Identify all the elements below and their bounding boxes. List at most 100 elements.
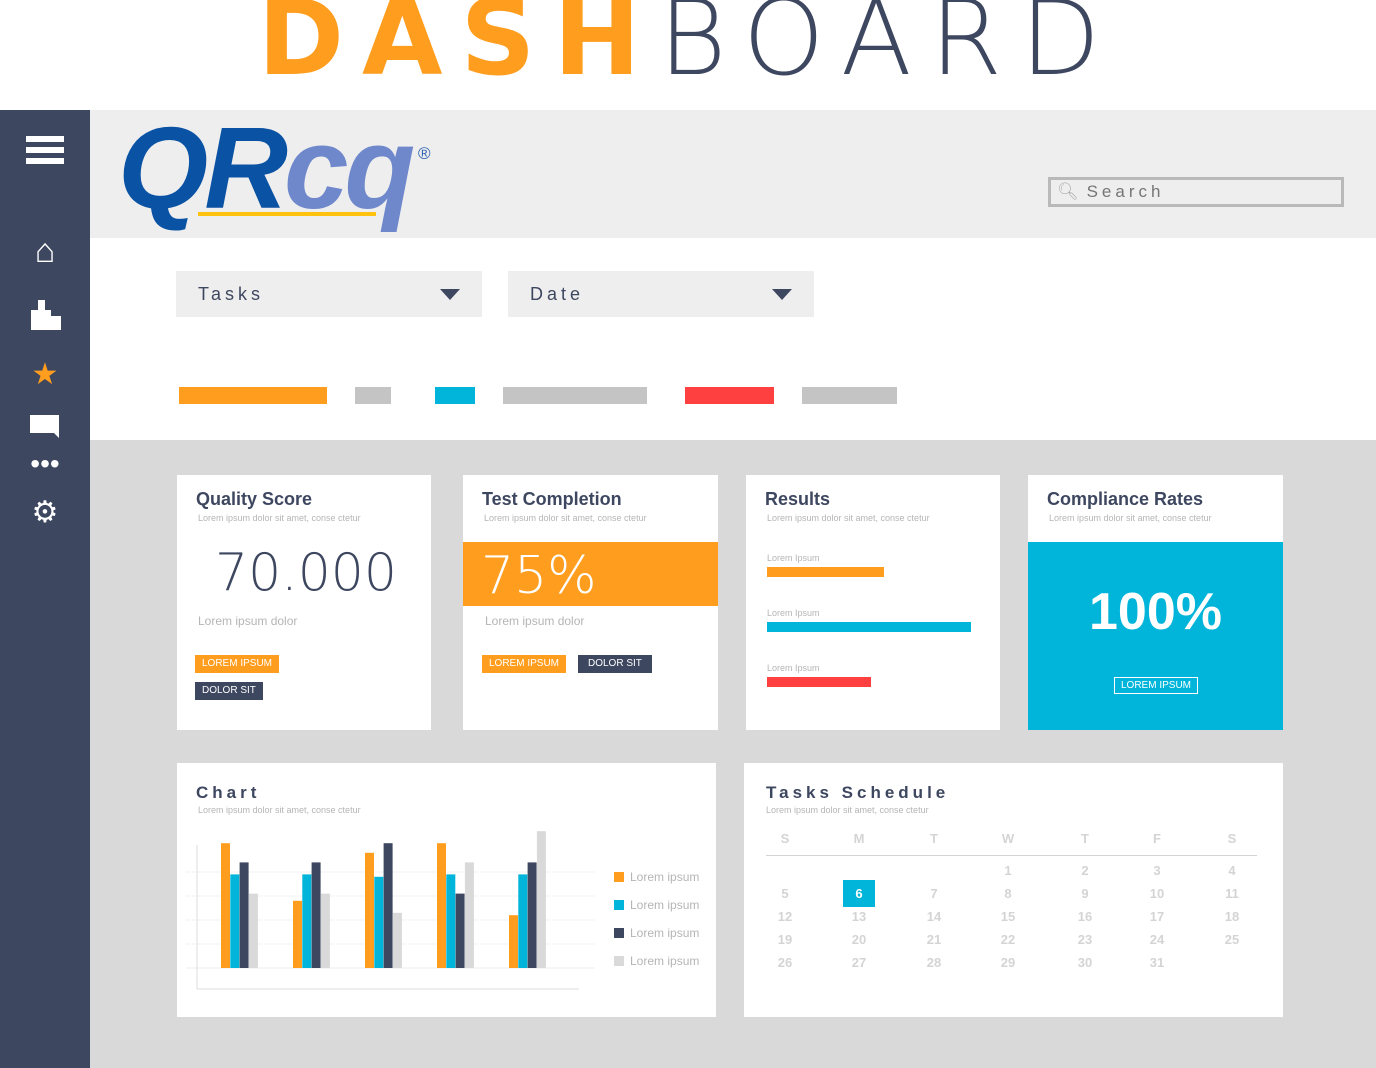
bar — [320, 893, 330, 968]
result-bar — [767, 622, 972, 632]
calendar-day[interactable]: 5 — [765, 886, 805, 901]
calendar-day[interactable]: 13 — [839, 909, 879, 924]
legend-label: Lorem ipsum — [630, 926, 700, 940]
calendar-day[interactable]: 24 — [1137, 932, 1177, 947]
progress-bar — [685, 387, 897, 404]
result-bar — [767, 567, 885, 577]
weekday-label: M — [853, 831, 865, 846]
compliance-rates-card: Compliance Rates Lorem ipsum dolor sit a… — [1028, 475, 1283, 730]
calendar-day-selected[interactable]: 6 — [843, 880, 875, 907]
calendar-day[interactable]: 18 — [1212, 909, 1252, 924]
progress-fill — [435, 387, 504, 404]
weekday-label: F — [1153, 831, 1161, 846]
legend-swatch — [614, 900, 624, 910]
bar — [374, 876, 384, 968]
weekday-label: T — [1081, 831, 1089, 846]
settings-icon[interactable]: ⚙ — [22, 498, 68, 528]
calendar-day[interactable]: 1 — [988, 863, 1028, 878]
results-card: Results Lorem ipsum dolor sit amet, cons… — [746, 475, 1000, 730]
compliance-panel: 100% LOREM IPSUM — [1028, 542, 1283, 730]
calendar-day[interactable]: 15 — [988, 909, 1028, 924]
calendar-day[interactable]: 12 — [765, 909, 805, 924]
search-input[interactable] — [1086, 182, 1337, 202]
result-bar — [767, 677, 872, 687]
lorem-ipsum-button[interactable]: LOREM IPSUM — [195, 655, 280, 673]
home-icon[interactable]: ⌂ — [22, 234, 68, 268]
bar — [437, 843, 446, 968]
bar — [221, 843, 230, 968]
legend-item: Lorem ipsum — [614, 898, 699, 912]
calendar-day[interactable]: 28 — [914, 955, 954, 970]
bar — [455, 893, 465, 968]
qrcq-logo: QRcq — [118, 103, 415, 233]
bar — [365, 852, 374, 968]
completion-banner: 75% — [463, 542, 718, 606]
search-box[interactable]: 🔍︎ — [1048, 177, 1344, 207]
quality-score-card: Quality Score Lorem ipsum dolor sit amet… — [177, 475, 431, 730]
schedule-title: Tasks Schedule — [766, 783, 950, 802]
calendar-day[interactable]: 17 — [1137, 909, 1177, 924]
calendar-day[interactable]: 4 — [1212, 863, 1252, 878]
calendar-day[interactable]: 8 — [988, 886, 1028, 901]
legend-item: Lorem ipsum — [614, 870, 699, 884]
sidebar: ⌂ ★ ••• ⚙ — [0, 110, 90, 1068]
bar — [464, 862, 474, 968]
weekday-label: W — [1001, 831, 1015, 846]
calendar-day[interactable]: 7 — [914, 886, 954, 901]
calendar-day[interactable]: 22 — [988, 932, 1028, 947]
calendar-day[interactable]: 26 — [765, 955, 805, 970]
calendar-day[interactable]: 27 — [839, 955, 879, 970]
progress-bar — [435, 387, 647, 404]
bar — [536, 831, 546, 968]
bar — [230, 874, 240, 968]
calendar-day[interactable]: 11 — [1212, 886, 1252, 901]
dashboard-title: DASHBOARD — [257, 0, 1119, 99]
weekday-label: T — [930, 831, 938, 846]
result-label: Lorem Ipsum — [767, 553, 820, 563]
tasks-schedule-card: Tasks Schedule Lorem ipsum dolor sit ame… — [744, 763, 1283, 1017]
bar — [293, 900, 302, 968]
dolor-sit-button[interactable]: DOLOR SIT — [195, 682, 263, 700]
calendar-day[interactable]: 25 — [1212, 932, 1252, 947]
menu-icon[interactable] — [22, 136, 68, 164]
calendar-day[interactable]: 10 — [1137, 886, 1177, 901]
weekday-label: S — [1227, 831, 1237, 846]
lorem-ipsum-button[interactable]: LOREM IPSUM — [1114, 677, 1199, 694]
chat-icon[interactable] — [22, 412, 68, 446]
calendar-day[interactable]: 14 — [914, 909, 954, 924]
dolor-sit-button[interactable]: DOLOR SIT — [578, 655, 652, 673]
calendar-day[interactable]: 19 — [765, 932, 805, 947]
registered-mark: ® — [418, 144, 431, 163]
calendar-day[interactable]: 20 — [839, 932, 879, 947]
calendar-day[interactable]: 30 — [1065, 955, 1105, 970]
logo-underline — [198, 212, 376, 216]
bar — [392, 912, 402, 968]
calendar-day[interactable]: 21 — [914, 932, 954, 947]
calendar-day[interactable]: 9 — [1065, 886, 1105, 901]
result-label: Lorem Ipsum — [767, 663, 820, 673]
quality-score-value: 70.000 — [215, 543, 397, 603]
calendar-day[interactable]: 2 — [1065, 863, 1105, 878]
progress-fill — [685, 387, 803, 404]
calendar-day[interactable]: 31 — [1137, 955, 1177, 970]
legend-label: Lorem ipsum — [630, 870, 700, 884]
chart-steps-icon[interactable] — [22, 300, 68, 336]
bar — [311, 862, 321, 968]
more-icon[interactable]: ••• — [22, 450, 68, 478]
legend-label: Lorem ipsum — [630, 954, 700, 968]
lorem-ipsum-button[interactable]: LOREM IPSUM — [482, 655, 567, 673]
compliance-value: 100% — [1089, 583, 1222, 641]
tasks-dropdown[interactable]: Tasks — [176, 271, 482, 317]
bar — [509, 915, 518, 968]
calendar-day[interactable]: 3 — [1137, 863, 1177, 878]
calendar-day[interactable]: 23 — [1065, 932, 1105, 947]
star-icon[interactable]: ★ — [22, 360, 68, 390]
bar-chart — [186, 831, 595, 990]
calendar-day[interactable]: 16 — [1065, 909, 1105, 924]
bar — [239, 862, 249, 968]
bar — [248, 893, 258, 968]
calendar-day[interactable]: 29 — [988, 955, 1028, 970]
date-dropdown[interactable]: Date — [508, 271, 814, 317]
chart-card: Chart Lorem ipsum dolor sit amet, conse … — [177, 763, 716, 1017]
chevron-down-icon — [440, 288, 460, 300]
